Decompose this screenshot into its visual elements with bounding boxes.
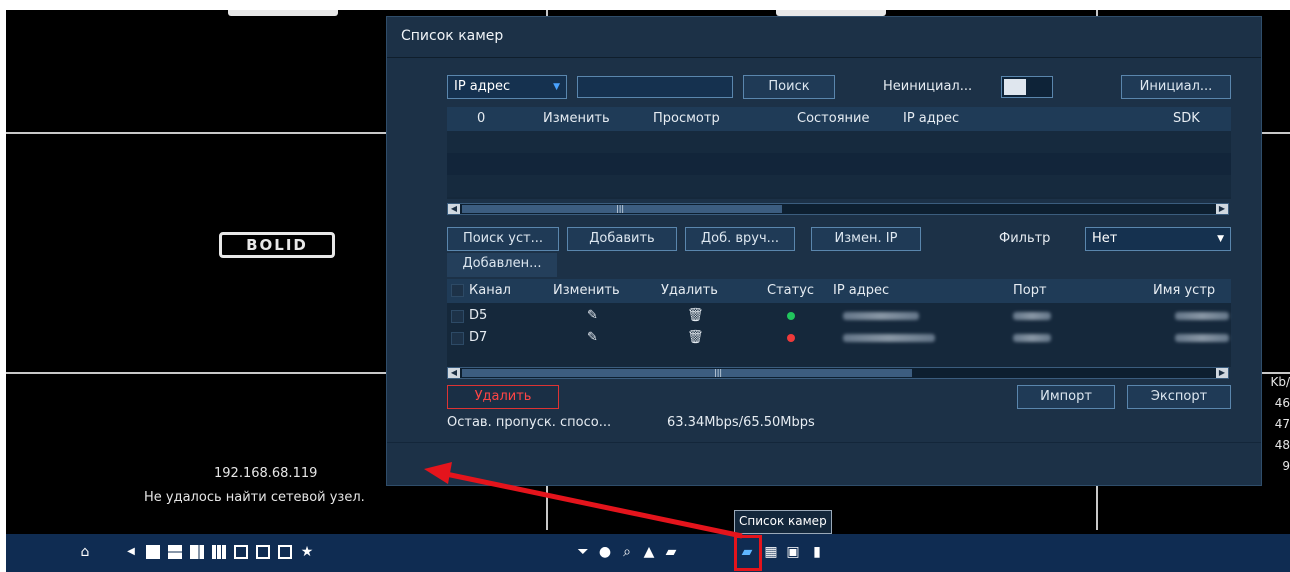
annotation-arrow bbox=[424, 462, 743, 539]
desktop: BOLID 192.168.68.119 Не удалось найти се… bbox=[6, 10, 1290, 572]
